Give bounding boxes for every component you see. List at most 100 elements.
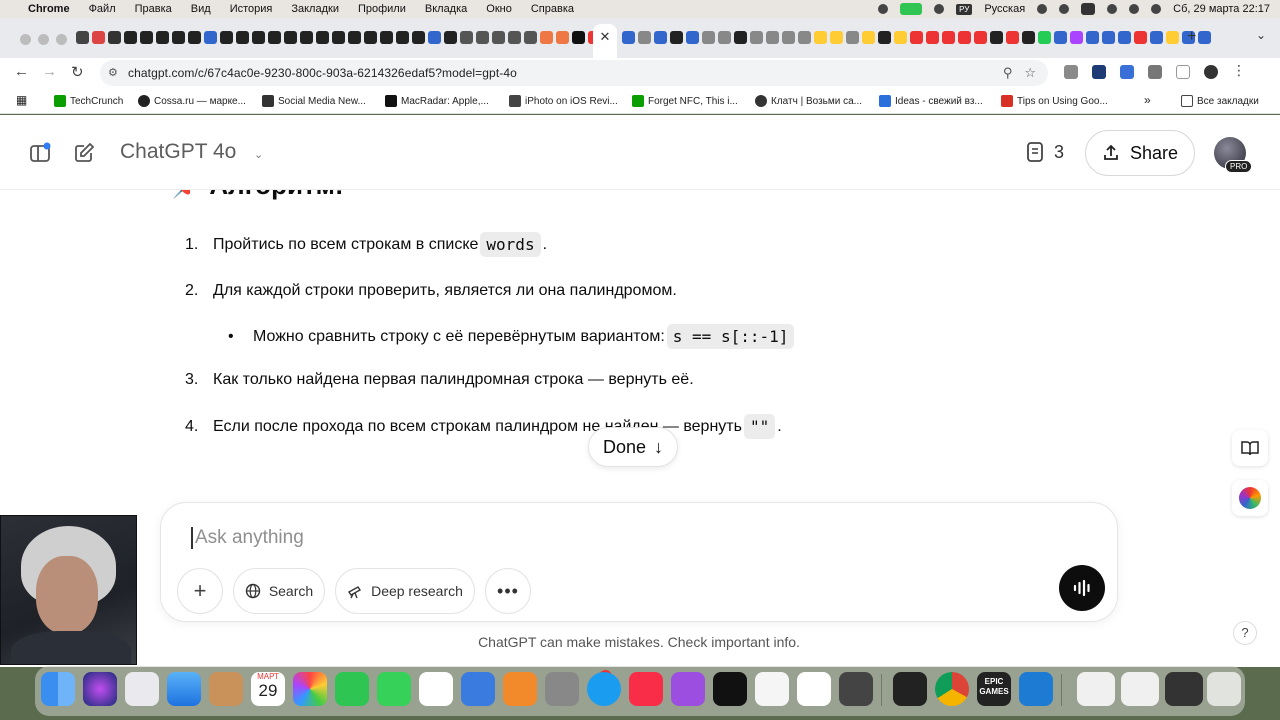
menu-bookmarks[interactable]: Закладки [291, 3, 339, 15]
reload-icon[interactable]: ↻ [71, 63, 84, 81]
pinned-tab-favicon-icon[interactable] [460, 31, 473, 44]
bookmark-item[interactable]: Cossa.ru — марке... [138, 95, 246, 107]
reading-list-icon[interactable] [1176, 65, 1190, 79]
pinned-tab-favicon-icon[interactable] [1006, 31, 1019, 44]
pinned-tab-favicon-icon[interactable] [1166, 31, 1179, 44]
pinned-tab-favicon-icon[interactable] [990, 31, 1003, 44]
music-icon[interactable] [629, 672, 663, 706]
tab-search-chevron-icon[interactable]: ⌄ [1256, 28, 1266, 42]
menu-app-name[interactable]: Chrome [28, 3, 70, 15]
new-tab-button[interactable]: + [1187, 28, 1196, 46]
pinned-tab-favicon-icon[interactable] [444, 31, 457, 44]
pinned-tab-favicon-icon[interactable] [1118, 31, 1131, 44]
pinned-tab-favicon-icon[interactable] [108, 31, 121, 44]
pinned-tab-favicon-icon[interactable] [476, 31, 489, 44]
vscode-icon[interactable] [1019, 672, 1053, 706]
pinned-tab-favicon-icon[interactable] [188, 31, 201, 44]
pinned-tab-favicon-icon[interactable] [1022, 31, 1035, 44]
bookmark-star-icon[interactable]: ☆ [1024, 65, 1036, 81]
pinned-tab-favicon-icon[interactable] [364, 31, 377, 44]
menu-tab[interactable]: Вкладка [425, 3, 467, 15]
pinned-tab-favicon-icon[interactable] [428, 31, 441, 44]
minimized-window-thumbnail[interactable] [1121, 672, 1159, 706]
freeform-icon[interactable] [797, 672, 831, 706]
pinned-tab-favicon-icon[interactable] [124, 31, 137, 44]
more-bookmarks-chevron-icon[interactable]: » [1144, 93, 1151, 107]
extensions-puzzle-icon[interactable] [1148, 65, 1162, 79]
search-toggle-button[interactable]: Search [233, 568, 325, 614]
record-icon[interactable] [878, 4, 889, 14]
menu-window[interactable]: Окно [486, 3, 512, 15]
minimized-window-thumbnail[interactable] [1165, 672, 1203, 706]
pinned-tab-favicon-icon[interactable] [638, 31, 651, 44]
sidebar-toggle-icon[interactable] [28, 141, 52, 165]
pinned-tab-favicon-icon[interactable] [380, 31, 393, 44]
pinned-tab-favicon-icon[interactable] [766, 31, 779, 44]
pinned-tab-favicon-icon[interactable] [894, 31, 907, 44]
keyboard-layout-name[interactable]: Русская [984, 3, 1025, 15]
calendar-icon[interactable]: МАРТ 29 [251, 672, 285, 706]
pinned-tab-favicon-icon[interactable] [702, 31, 715, 44]
all-bookmarks-folder[interactable]: Все закладки [1181, 95, 1259, 107]
menu-edit[interactable]: Правка [135, 3, 172, 15]
chrome-menu-icon[interactable]: ⋮ [1232, 62, 1246, 79]
pinned-tab-favicon-icon[interactable] [1134, 31, 1147, 44]
pinned-tab-favicon-icon[interactable] [556, 31, 569, 44]
pinned-tab-favicon-icon[interactable] [348, 31, 361, 44]
pinned-tab-favicon-icon[interactable] [1054, 31, 1067, 44]
podcasts-icon[interactable] [671, 672, 705, 706]
scroll-to-bottom-button[interactable]: Done ↓ [588, 427, 678, 467]
bookmark-item[interactable]: TechCrunch [54, 95, 123, 107]
pinned-tab-favicon-icon[interactable] [508, 31, 521, 44]
bookmark-item[interactable]: Клатч | Возьми са... [755, 95, 862, 107]
deep-research-button[interactable]: Deep research [335, 568, 475, 614]
pinned-tab-favicon-icon[interactable] [236, 31, 249, 44]
pinned-tab-favicon-icon[interactable] [654, 31, 667, 44]
terminal-icon[interactable] [893, 672, 927, 706]
pinned-tab-favicon-icon[interactable] [782, 31, 795, 44]
zoom-icon[interactable]: ⚲ [1003, 65, 1013, 81]
pinned-tab-favicon-icon[interactable] [284, 31, 297, 44]
facetime-icon[interactable] [335, 672, 369, 706]
battery-icon[interactable] [1081, 3, 1096, 15]
messages-icon[interactable] [377, 672, 411, 706]
pinned-tab-favicon-icon[interactable] [572, 31, 585, 44]
close-window-icon[interactable] [20, 34, 31, 45]
wifi-icon[interactable] [1059, 4, 1070, 14]
pinned-tab-favicon-icon[interactable] [204, 31, 217, 44]
pinned-tab-favicon-icon[interactable] [332, 31, 345, 44]
pinned-tab-favicon-icon[interactable] [300, 31, 313, 44]
books-icon[interactable] [503, 672, 537, 706]
menu-profiles[interactable]: Профили [358, 3, 406, 15]
textedit-icon[interactable] [755, 672, 789, 706]
help-button[interactable]: ? [1233, 621, 1257, 645]
epic-games-icon[interactable]: EPIC GAMES [977, 672, 1011, 706]
site-info-icon[interactable]: ⚙ [108, 66, 118, 79]
model-chevron-down-icon[interactable]: ⌄ [254, 148, 263, 161]
pinned-tab-favicon-icon[interactable] [974, 31, 987, 44]
pinned-tab-favicon-icon[interactable] [220, 31, 233, 44]
pinned-tab-favicon-icon[interactable] [1102, 31, 1115, 44]
bookmark-item[interactable]: Tips on Using Goo... [1001, 95, 1108, 107]
pinned-tab-favicon-icon[interactable] [1086, 31, 1099, 44]
mail-icon[interactable] [167, 672, 201, 706]
pinned-tab-favicon-icon[interactable] [670, 31, 683, 44]
voice-mode-button[interactable] [1059, 565, 1105, 611]
menu-file[interactable]: Файл [89, 3, 116, 15]
extension-shield-icon[interactable] [1092, 65, 1106, 79]
pinned-tab-favicon-icon[interactable] [1038, 31, 1051, 44]
pinned-tab-favicon-icon[interactable] [140, 31, 153, 44]
forward-arrow-icon[interactable]: → [42, 63, 57, 80]
bookmark-item[interactable]: iPhoto on iOS Revi... [509, 95, 618, 107]
more-tools-button[interactable]: ••• [485, 568, 531, 614]
control-center-icon[interactable] [1129, 4, 1140, 14]
address-bar[interactable]: ⚙ chatgpt.com/c/67c4ac0e-9230-800c-903a-… [100, 60, 1048, 86]
pinned-tab-favicon-icon[interactable] [156, 31, 169, 44]
prompt-input[interactable] [191, 527, 791, 549]
minimized-window-thumbnail[interactable] [1077, 672, 1115, 706]
launchpad-icon[interactable] [125, 672, 159, 706]
side-panel-extension-button[interactable] [1232, 480, 1268, 516]
contacts-icon[interactable] [209, 672, 243, 706]
canvas-docs-button[interactable]: 3 [1026, 141, 1064, 163]
finder-icon[interactable] [41, 672, 75, 706]
